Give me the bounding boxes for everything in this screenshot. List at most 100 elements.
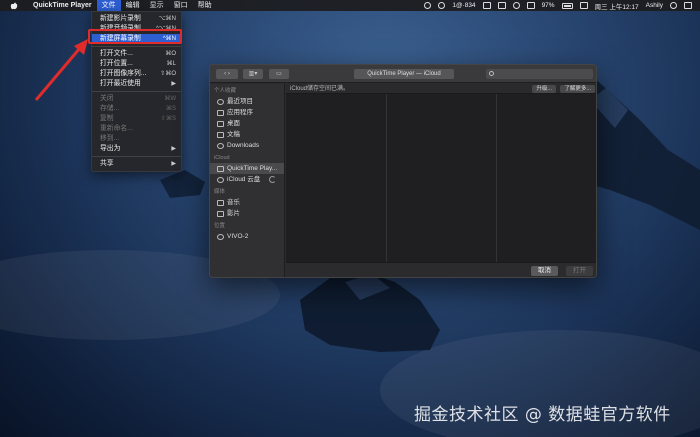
menu-item-label: 打开文件...	[100, 50, 133, 57]
menu-item-shortcut: ⇧⌘S	[160, 116, 176, 122]
sidebar-item-icloud-drive[interactable]: iCloud 云盘	[210, 174, 284, 185]
menu-item-rename[interactable]: 重新命名...	[92, 124, 181, 134]
menu-item-label: 打开位置...	[100, 60, 133, 67]
menu-item-export-as[interactable]: 导出为 ▶	[92, 144, 181, 154]
dialog-toolbar: ‹ › ▥▾ ▭ QuickTime Player — iCloud	[210, 65, 596, 83]
menu-item-shortcut: ⌘W	[164, 96, 176, 102]
back-forward-buttons[interactable]: ‹ ›	[216, 69, 238, 79]
menu-item-label: 存储...	[100, 105, 120, 112]
menu-file[interactable]: 文件	[96, 0, 121, 11]
sidebar-item-documents[interactable]: 文稿	[210, 129, 284, 140]
learn-more-button[interactable]: 了解更多...	[560, 85, 595, 93]
time-machine-icon[interactable]	[438, 2, 446, 9]
file-browser-pane[interactable]: iCloud储存空间已满。 升级... 了解更多...	[286, 84, 596, 262]
input-source-icon[interactable]	[579, 2, 588, 9]
menu-item-label: 重新命名...	[100, 125, 133, 132]
menu-item-open-recent[interactable]: 打开最近使用 ▶	[92, 79, 181, 89]
open-button[interactable]: 打开	[566, 266, 593, 276]
sidebar-item-label: Downloads	[227, 142, 260, 149]
menu-item-share[interactable]: 共享 ▶	[92, 159, 181, 169]
loading-spinner-icon	[269, 176, 276, 183]
sidebar-item-downloads[interactable]: Downloads	[210, 140, 284, 151]
submenu-chevron-icon: ▶	[171, 81, 176, 87]
status-area: 1@·834 97% 周三 上午12:17 Ashily	[424, 0, 692, 11]
column-divider[interactable]	[496, 94, 497, 262]
sidebar-item-label: 影片	[227, 210, 240, 217]
sidebar-item-quicktime-icloud[interactable]: QuickTime Play...	[210, 163, 284, 174]
submenu-chevron-icon: ▶	[171, 146, 176, 152]
sidebar-item-label: 最近项目	[227, 98, 253, 105]
menu-item-move-to[interactable]: 移到...	[92, 134, 181, 144]
sidebar-item-movies[interactable]: 影片	[210, 208, 284, 219]
menu-window[interactable]: 窗口	[169, 0, 193, 11]
menu-item-label: 移到...	[100, 135, 120, 142]
applications-icon	[217, 109, 224, 116]
menu-item-label: 共享	[100, 160, 114, 167]
menu-item-new-movie-recording[interactable]: 新建影片录制 ⌥⌘N	[92, 14, 181, 24]
sidebar-item-label: VIVO-2	[227, 233, 249, 240]
sidebar-item-music[interactable]: 音乐	[210, 197, 284, 208]
new-folder-icon[interactable]: ▭	[269, 69, 289, 79]
menu-item-label: 新建影片录制	[100, 15, 141, 22]
menu-item-open-image-sequence[interactable]: 打开图像序列... ⇧⌘O	[92, 69, 181, 79]
wifi-icon[interactable]	[512, 2, 520, 9]
dropbox-status[interactable]: 1@·834	[452, 2, 475, 9]
cancel-button[interactable]: 取消	[531, 266, 558, 276]
path-popup-button[interactable]: QuickTime Player — iCloud	[354, 69, 454, 79]
sidebar-item-label: QuickTime Play...	[227, 165, 278, 172]
menu-bar: QuickTime Player 文件 编辑 显示 窗口 帮助 1@·834 9…	[0, 0, 700, 11]
dialog-sidebar: 个人收藏 最近项目 应用程序 桌面 文稿 Downloads iCloud Qu…	[210, 84, 285, 277]
storage-warning-text: iCloud储存空间已满。	[290, 86, 350, 92]
menu-view[interactable]: 显示	[145, 0, 169, 11]
battery-icon[interactable]	[561, 2, 573, 9]
menu-item-shortcut: ⌘O	[165, 51, 176, 57]
search-input[interactable]	[486, 69, 593, 79]
menu-item-open-file[interactable]: 打开文件... ⌘O	[92, 49, 181, 59]
sidebar-item-label: 文稿	[227, 131, 240, 138]
sidebar-item-vivo[interactable]: VIVO-2	[210, 231, 284, 242]
display-icon[interactable]	[482, 2, 491, 9]
menu-item-duplicate[interactable]: 复制 ⇧⌘S	[92, 114, 181, 124]
user-name[interactable]: Ashily	[646, 2, 663, 9]
menu-item-label: 复制	[100, 115, 114, 122]
upgrade-button[interactable]: 升级...	[532, 85, 556, 93]
menu-edit[interactable]: 编辑	[121, 0, 145, 11]
sync-icon[interactable]	[424, 2, 432, 9]
apple-icon[interactable]	[10, 2, 18, 10]
notification-center-icon[interactable]	[684, 2, 692, 9]
document-icon	[217, 131, 224, 138]
sidebar-item-desktop[interactable]: 桌面	[210, 118, 284, 129]
desktop-icon	[217, 120, 224, 127]
sidebar-header-icloud: iCloud	[214, 155, 230, 161]
sidebar-item-recents[interactable]: 最近项目	[210, 96, 284, 107]
menu-item-save[interactable]: 存储... ⌘S	[92, 104, 181, 114]
menu-item-close[interactable]: 关闭 ⌘W	[92, 94, 181, 104]
menu-item-open-location[interactable]: 打开位置... ⌘L	[92, 59, 181, 69]
menu-item-shortcut: ⌘S	[165, 106, 176, 112]
cloud-icon	[217, 176, 224, 183]
folder-icon	[217, 165, 224, 172]
volume-icon[interactable]	[526, 2, 535, 9]
menu-item-shortcut: ⌥⌘N	[158, 16, 176, 22]
download-icon	[217, 142, 224, 149]
menu-item-shortcut: ⌘L	[166, 61, 176, 67]
sidebar-header-favorites: 个人收藏	[214, 88, 237, 94]
airplay-icon[interactable]	[497, 2, 506, 9]
menu-help[interactable]: 帮助	[193, 0, 217, 11]
sidebar-item-label: 桌面	[227, 120, 240, 127]
watermark-text: 掘金技术社区 @ 数据蛙官方软件	[414, 405, 671, 425]
film-icon	[217, 210, 224, 217]
sidebar-item-applications[interactable]: 应用程序	[210, 107, 284, 118]
spotlight-icon[interactable]	[670, 2, 677, 9]
view-mode-icon[interactable]: ▥▾	[243, 69, 263, 79]
menu-separator	[92, 156, 181, 157]
column-divider[interactable]	[386, 94, 387, 262]
menu-separator	[92, 91, 181, 92]
battery-percent[interactable]: 97%	[542, 2, 555, 9]
submenu-chevron-icon: ▶	[171, 161, 176, 167]
sidebar-header-locations: 位置	[214, 223, 226, 229]
search-icon	[489, 71, 494, 76]
clock[interactable]: 周三 上午12:17	[595, 1, 639, 11]
menu-app-name[interactable]: QuickTime Player	[28, 0, 97, 11]
sidebar-header-media: 媒体	[214, 189, 226, 195]
